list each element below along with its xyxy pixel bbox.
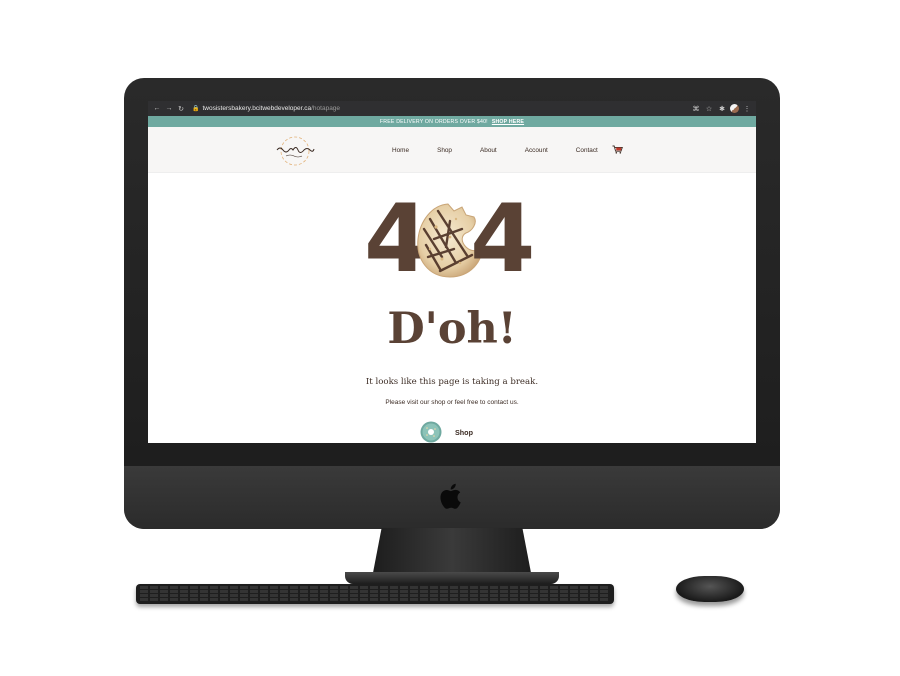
nav-about[interactable]: About bbox=[480, 147, 497, 154]
nav-home[interactable]: Home bbox=[392, 147, 409, 154]
back-icon[interactable]: ← bbox=[152, 104, 162, 114]
browser-toolbar: ← → ↻ 🔒 twosistersbakery.bcitwebdevelope… bbox=[148, 101, 756, 116]
donut-icon bbox=[420, 421, 442, 443]
address-bar[interactable]: 🔒 twosistersbakery.bcitwebdeveloper.ca/h… bbox=[192, 103, 688, 114]
error-subtext: Please visit our shop or feel free to co… bbox=[385, 399, 519, 406]
error-404-graphic: 4 4 bbox=[360, 185, 540, 294]
lock-icon: 🔒 bbox=[192, 106, 200, 112]
nav-account[interactable]: Account bbox=[525, 147, 548, 154]
error-heading: D'oh! bbox=[387, 304, 517, 354]
apple-logo-icon bbox=[440, 483, 461, 509]
screen: ← → ↻ 🔒 twosistersbakery.bcitwebdevelope… bbox=[148, 101, 756, 443]
shop-button-label: Shop bbox=[455, 427, 473, 437]
main-nav: Home Shop About Account Contact bbox=[392, 127, 626, 173]
shop-button[interactable]: Shop bbox=[420, 421, 473, 443]
mouse bbox=[676, 576, 744, 602]
extensions-puzzle-icon[interactable]: ✱ bbox=[717, 104, 727, 114]
promo-banner: FREE DELIVERY ON ORDERS OVER $40! SHOP H… bbox=[148, 116, 756, 127]
url-path: /hotapage bbox=[311, 105, 341, 112]
keyboard bbox=[136, 584, 614, 604]
keyboard-shortcut-icon[interactable]: ⌘ bbox=[691, 104, 701, 114]
nav-contact[interactable]: Contact bbox=[576, 147, 598, 154]
url-host: twosistersbakery.bcitwebdeveloper.ca bbox=[202, 105, 312, 112]
menu-kebab-icon[interactable]: ⋮ bbox=[742, 104, 752, 114]
nav-shop[interactable]: Shop bbox=[437, 147, 452, 154]
bookmark-star-icon[interactable]: ☆ bbox=[704, 104, 714, 114]
reload-icon[interactable]: ↻ bbox=[176, 104, 186, 114]
two-sisters-bakery-logo[interactable] bbox=[272, 134, 318, 168]
promo-shop-link[interactable]: SHOP HERE bbox=[492, 119, 524, 125]
error-code-digit-right: 4 bbox=[470, 185, 535, 294]
error-message: It looks like this page is taking a brea… bbox=[365, 377, 539, 387]
promo-text: FREE DELIVERY ON ORDERS OVER $40! bbox=[379, 118, 488, 125]
imac-stand-base bbox=[345, 572, 559, 584]
profile-avatar[interactable] bbox=[730, 104, 739, 113]
forward-icon[interactable]: → bbox=[164, 104, 174, 114]
imac-stand bbox=[372, 528, 532, 578]
cart-icon[interactable] bbox=[612, 145, 623, 154]
site-header: Home Shop About Account Contact bbox=[148, 127, 756, 173]
